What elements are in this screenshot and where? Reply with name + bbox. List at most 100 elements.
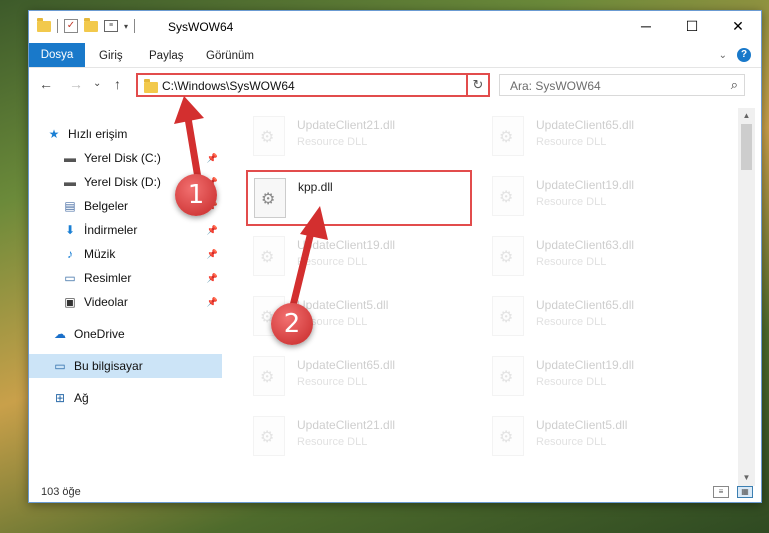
ribbon-right: ⌄ ? xyxy=(719,48,751,62)
file-item[interactable]: UpdateClient19.dll Resource DLL xyxy=(486,350,716,406)
search-box[interactable]: Ara: SysWOW64 ⌕ xyxy=(499,74,745,96)
toolbar-divider xyxy=(134,19,136,33)
file-name: UpdateClient19.dll xyxy=(536,178,635,192)
sidebar-item[interactable]: ⊞ Ağ xyxy=(29,386,222,410)
new-folder-icon[interactable] xyxy=(84,17,98,32)
scroll-up-icon[interactable]: ▲ xyxy=(738,108,755,124)
sidebar-item-label: Hızlı erişim xyxy=(68,127,128,141)
sidebar-item-label: Belgeler xyxy=(84,199,129,213)
dll-file-icon xyxy=(253,116,285,156)
annotation-badge-2: 2 xyxy=(271,303,313,345)
vertical-scrollbar[interactable]: ▲ ▼ xyxy=(738,108,755,486)
sidebar-item[interactable]: ⬇ İndirmeler 📌 xyxy=(29,218,222,242)
customize-icon[interactable]: ≡ xyxy=(104,20,118,32)
pin-icon: 📌 xyxy=(206,248,218,259)
toolbar-divider xyxy=(57,19,58,33)
search-icon[interactable]: ⌕ xyxy=(731,77,738,93)
scrollbar-thumb[interactable] xyxy=(741,124,752,170)
file-item[interactable]: UpdateClient65.dll Resource DLL xyxy=(486,290,716,346)
file-item[interactable]: UpdateClient21.dll Resource DLL xyxy=(247,410,477,466)
sidebar-item-label: Yerel Disk (C:) xyxy=(84,151,161,165)
maximize-button[interactable]: ☐ xyxy=(669,11,715,41)
dll-file-icon xyxy=(492,356,524,396)
file-item[interactable]: UpdateClient65.dll Resource DLL xyxy=(486,110,716,166)
dll-file-icon xyxy=(492,236,524,276)
search-input[interactable]: Ara: SysWOW64 xyxy=(510,79,601,93)
recent-locations-icon[interactable]: ⌄ xyxy=(93,78,101,89)
file-type: Resource DLL xyxy=(536,256,607,268)
documents-icon: ▤ xyxy=(64,199,76,213)
file-item[interactable]: UpdateClient65.dll Resource DLL xyxy=(247,350,477,406)
pin-icon: 📌 xyxy=(206,296,218,307)
file-name: UpdateClient19.dll xyxy=(536,358,635,372)
view-buttons: ≡ ▦ xyxy=(713,486,753,498)
annotation-arrow-2 xyxy=(288,206,328,314)
tiles-view-icon[interactable]: ▦ xyxy=(737,486,753,498)
dll-file-icon xyxy=(253,416,285,456)
sidebar-item[interactable]: ▭ Resimler 📌 xyxy=(29,266,222,290)
details-view-icon[interactable]: ≡ xyxy=(713,486,729,498)
file-name: UpdateClient21.dll xyxy=(297,418,396,432)
minimize-button[interactable]: ─ xyxy=(623,11,669,41)
star-icon: ★ xyxy=(48,127,60,141)
close-button[interactable]: ✕ xyxy=(715,11,761,41)
file-name: UpdateClient63.dll xyxy=(536,238,635,252)
file-type: Resource DLL xyxy=(297,376,368,388)
forward-arrow-icon[interactable]: → xyxy=(69,76,83,92)
file-item[interactable]: UpdateClient5.dll Resource DLL xyxy=(486,410,716,466)
file-type: Resource DLL xyxy=(536,196,607,208)
sidebar-item-label: Videolar xyxy=(84,295,128,309)
tab-view[interactable]: Görünüm xyxy=(206,45,254,67)
videos-icon: ▣ xyxy=(64,295,76,309)
sidebar-item[interactable]: ☁ OneDrive xyxy=(29,322,222,346)
cloud-icon: ☁ xyxy=(54,327,66,341)
window-title: SysWOW64 xyxy=(168,20,234,34)
sidebar-item-label: Ağ xyxy=(74,391,89,405)
file-type: Resource DLL xyxy=(536,136,607,148)
sidebar-item-label: İndirmeler xyxy=(84,223,138,237)
file-item[interactable]: UpdateClient21.dll Resource DLL xyxy=(247,110,477,166)
properties-check-icon[interactable]: ✓ xyxy=(64,19,78,33)
dll-file-icon xyxy=(492,176,524,216)
dll-file-icon xyxy=(492,296,524,336)
music-icon: ♪ xyxy=(67,247,73,261)
quick-access-toolbar: ✓ ≡ ▾ xyxy=(37,17,136,33)
file-type: Resource DLL xyxy=(297,436,368,448)
item-count: 103 öğe xyxy=(41,486,81,498)
annotation-badge-1: 1 xyxy=(175,174,217,216)
navigation-bar: ← → ⌄ ↑ C:\Windows\SysWOW64 ⌄ ↻ Ara: Sys… xyxy=(29,68,761,102)
file-item[interactable]: UpdateClient63.dll Resource DLL xyxy=(486,230,716,286)
help-icon[interactable]: ? xyxy=(737,48,751,62)
title-bar: ✓ ≡ ▾ SysWOW64 ─ ☐ ✕ xyxy=(29,11,761,43)
expand-ribbon-icon[interactable]: ⌄ xyxy=(719,50,727,61)
sidebar-item[interactable]: ▣ Videolar 📌 xyxy=(29,290,222,314)
tab-share[interactable]: Paylaş xyxy=(149,45,184,67)
drive-icon: ▬ xyxy=(64,175,76,189)
chevron-down-icon[interactable]: ▾ xyxy=(124,22,128,31)
file-type: Resource DLL xyxy=(536,316,607,328)
refresh-button[interactable]: ↻ xyxy=(466,73,490,97)
window-controls: ─ ☐ ✕ xyxy=(623,11,761,41)
file-item[interactable]: UpdateClient19.dll Resource DLL xyxy=(486,170,716,226)
sidebar-item-label: Müzik xyxy=(84,247,116,261)
dll-file-icon xyxy=(253,356,285,396)
sidebar-item-label: Bu bilgisayar xyxy=(74,359,143,373)
sidebar-item[interactable]: ♪ Müzik 📌 xyxy=(29,242,222,266)
computer-icon: ▭ xyxy=(54,359,66,373)
drive-icon: ▬ xyxy=(64,151,76,165)
file-name: UpdateClient21.dll xyxy=(297,118,396,132)
dll-file-icon xyxy=(492,116,524,156)
tab-file[interactable]: Dosya xyxy=(29,43,85,67)
network-icon: ⊞ xyxy=(54,391,66,405)
back-arrow-icon[interactable]: ← xyxy=(39,76,53,92)
tab-home[interactable]: Giriş xyxy=(99,45,123,67)
folder-icon xyxy=(144,79,158,93)
downloads-icon: ⬇ xyxy=(64,223,76,237)
file-name: UpdateClient65.dll xyxy=(536,118,635,132)
up-arrow-icon[interactable]: ↑ xyxy=(114,76,121,92)
sidebar-item-label: Resimler xyxy=(84,271,132,285)
pictures-icon: ▭ xyxy=(64,271,76,285)
pin-icon: 📌 xyxy=(206,272,218,283)
sidebar-item[interactable]: ▭ Bu bilgisayar xyxy=(29,354,222,378)
file-type: Resource DLL xyxy=(536,436,607,448)
